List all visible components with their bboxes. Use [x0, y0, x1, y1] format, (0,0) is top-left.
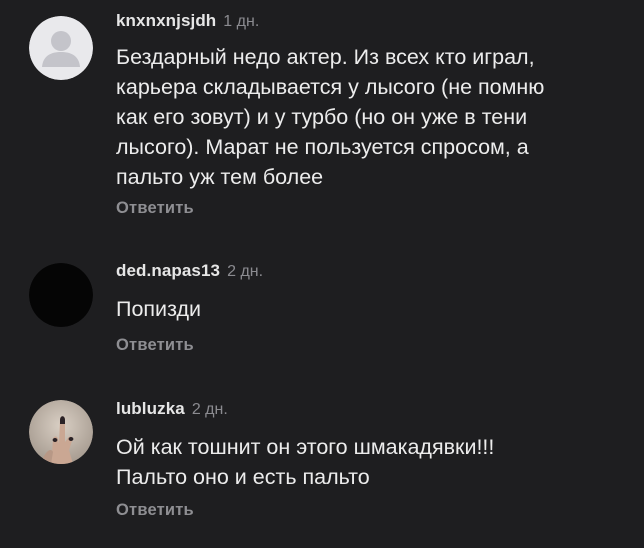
- comment-time: 1 дн.: [223, 13, 260, 30]
- comment-item: knxnxnjsjdh 1 дн. Бездарный недо актер. И…: [0, 0, 644, 230]
- comment-text-line: Попизди: [116, 297, 202, 321]
- comment-time: 2 дн.: [227, 263, 264, 280]
- comment-text-line: лысого). Марат не пользуется спросом, а: [116, 135, 529, 159]
- avatar[interactable]: [29, 16, 93, 80]
- comment-time: 2 дн.: [191, 401, 228, 418]
- hand-photo-avatar: [29, 400, 93, 464]
- comment-item: ded.napas13 2 дн. Попизди Ответить: [0, 230, 644, 370]
- comment-header: ded.napas13 2 дн.: [116, 261, 263, 281]
- comment-text: Ой как тошнит он этого шмакадявки!!! Пал…: [116, 432, 636, 492]
- username[interactable]: lubluzka: [116, 399, 185, 418]
- reply-button[interactable]: Ответить: [116, 199, 194, 218]
- comment-item: lubluzka 2 дн. Ой как тошнит он этого шма…: [0, 370, 644, 548]
- reply-button[interactable]: Ответить: [116, 336, 194, 355]
- comment-text-line: Ой как тошнит он этого шмакадявки!!!: [116, 435, 495, 459]
- black-avatar-icon: [29, 263, 93, 327]
- comment-header: lubluzka 2 дн.: [116, 399, 228, 419]
- username[interactable]: knxnxnjsjdh: [116, 11, 216, 30]
- comment-text-line: карьера складывается у лысого (не помню: [116, 75, 545, 99]
- comment-text: Попизди: [116, 294, 636, 324]
- avatar[interactable]: [29, 263, 93, 327]
- avatar[interactable]: [29, 400, 93, 464]
- default-avatar-icon: [29, 16, 93, 80]
- reply-button[interactable]: Ответить: [116, 501, 194, 520]
- comment-text-line: пальто уж тем более: [116, 165, 324, 189]
- username[interactable]: ded.napas13: [116, 261, 220, 280]
- comment-text-line: как его зовут) и у турбо (но он уже в те…: [116, 105, 528, 129]
- comment-text-line: Бездарный недо актер. Из всех кто играл,: [116, 45, 535, 69]
- comment-text-line: Пальто оно и есть пальто: [116, 465, 370, 489]
- comment-header: knxnxnjsjdh 1 дн.: [116, 11, 259, 31]
- comment-text: Бездарный недо актер. Из всех кто играл,…: [116, 42, 636, 192]
